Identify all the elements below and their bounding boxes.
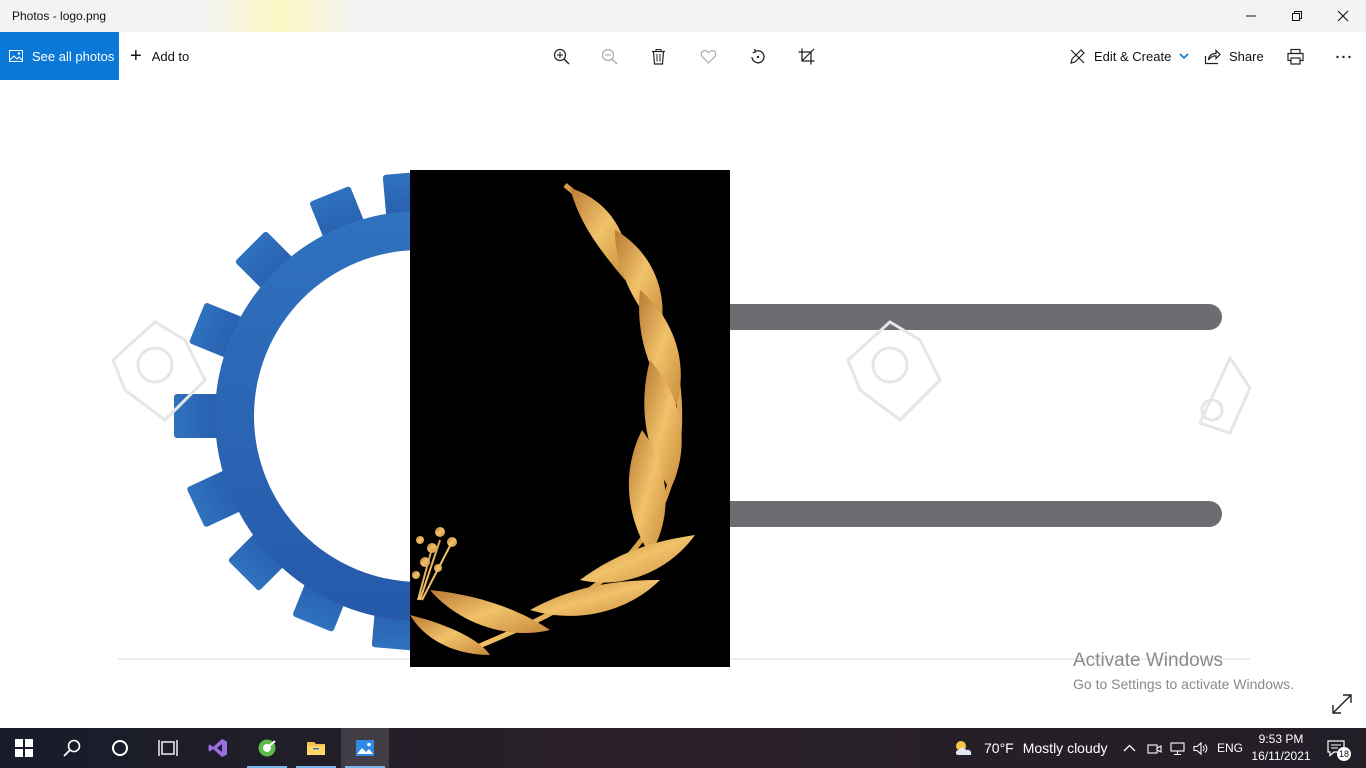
more-icon — [1335, 55, 1351, 58]
zoom-out-button[interactable] — [597, 44, 621, 68]
clock-date: 16/11/2021 — [1251, 749, 1311, 763]
windows-logo-icon — [15, 739, 33, 757]
command-bar: See all photos + Add to Edit & Create Sh… — [0, 32, 1366, 80]
add-to-button[interactable]: + Add to — [130, 32, 189, 80]
zoom-in-icon — [553, 48, 569, 64]
show-hidden-icons-button[interactable] — [1119, 728, 1139, 768]
crop-button[interactable] — [794, 44, 818, 68]
cortana-button[interactable] — [96, 728, 144, 768]
chevron-down-icon — [1179, 53, 1189, 60]
share-button[interactable]: Share — [1204, 32, 1264, 80]
share-label: Share — [1229, 48, 1264, 64]
network-icon — [1169, 741, 1185, 755]
edit-pencil-icon — [1070, 48, 1085, 64]
delete-button[interactable] — [646, 44, 670, 68]
photo-canvas[interactable]: Activate Windows Go to Settings to activ… — [0, 80, 1366, 728]
taskbar: 70°F Mostly cloudy ENG 9:53 PM 16/11/202… — [0, 728, 1366, 768]
clock-time: 9:53 PM — [1258, 732, 1304, 746]
chevron-up-icon — [1123, 744, 1135, 751]
see-all-photos-button[interactable]: See all photos — [0, 32, 119, 80]
print-button[interactable] — [1283, 44, 1307, 68]
share-icon — [1204, 48, 1221, 64]
photos-icon — [9, 50, 23, 62]
trash-icon — [651, 48, 665, 65]
add-to-label: Add to — [151, 48, 190, 64]
edit-create-label: Edit & Create — [1094, 48, 1172, 64]
edit-create-button[interactable]: Edit & Create — [1069, 32, 1189, 80]
laurel-wreath — [410, 183, 695, 655]
rotate-button[interactable] — [745, 44, 769, 68]
favorite-button[interactable] — [696, 44, 720, 68]
restore-button[interactable] — [1274, 0, 1320, 32]
fullscreen-expand-icon[interactable] — [1331, 693, 1353, 715]
minimize-icon — [1246, 15, 1256, 17]
activate-windows-watermark: Activate Windows Go to Settings to activ… — [1073, 650, 1294, 692]
title-bar-highlight — [200, 0, 360, 32]
logo-bar-top — [700, 304, 1222, 330]
task-view-icon — [158, 740, 178, 756]
photos-taskbar-app[interactable] — [341, 728, 389, 768]
visual-studio-taskbar-app[interactable] — [194, 728, 242, 768]
visual-studio-icon — [208, 739, 227, 757]
see-all-photos-label: See all photos — [32, 48, 115, 64]
speaker-icon — [1192, 741, 1207, 755]
logo-bar-bottom — [700, 501, 1222, 527]
notification-count-badge: 18 — [1337, 747, 1351, 761]
minimize-button[interactable] — [1228, 0, 1274, 32]
search-icon — [63, 739, 81, 757]
close-icon — [1337, 10, 1349, 22]
more-options-button[interactable] — [1331, 44, 1355, 68]
partly-cloudy-icon — [955, 741, 972, 755]
zoom-in-button[interactable] — [549, 44, 573, 68]
rotate-icon — [750, 48, 765, 63]
photos-app-icon — [356, 740, 374, 756]
action-center-button[interactable]: 18 — [1320, 728, 1352, 768]
heart-icon — [700, 49, 716, 64]
activate-windows-subtext: Go to Settings to activate Windows. — [1073, 676, 1294, 692]
meet-now-button[interactable] — [1144, 728, 1164, 768]
weather-widget[interactable]: 70°F Mostly cloudy — [952, 728, 1108, 768]
weather-temperature: 70°F — [984, 740, 1014, 756]
volume-button[interactable] — [1190, 728, 1210, 768]
zoom-out-icon — [601, 48, 617, 64]
folder-icon — [307, 742, 325, 755]
close-button[interactable] — [1320, 0, 1366, 32]
crop-icon — [798, 48, 814, 64]
browser-icon — [258, 739, 276, 757]
cortana-circle-icon — [112, 740, 128, 756]
start-button[interactable] — [0, 728, 48, 768]
system-clock[interactable]: 9:53 PM 16/11/2021 — [1248, 731, 1314, 765]
window-title: Photos - logo.png — [12, 9, 107, 23]
task-view-button[interactable] — [144, 728, 192, 768]
search-button[interactable] — [48, 728, 96, 768]
laurel-overlay-image — [410, 170, 730, 667]
title-bar: Photos - logo.png — [0, 0, 1366, 32]
print-icon — [1286, 48, 1304, 65]
network-button[interactable] — [1167, 728, 1187, 768]
plus-icon: + — [130, 45, 142, 67]
camera-icon — [1146, 743, 1162, 754]
browser-taskbar-app[interactable] — [243, 728, 291, 768]
weather-description: Mostly cloudy — [1022, 740, 1108, 756]
activate-windows-heading: Activate Windows — [1073, 650, 1223, 671]
input-language-button[interactable]: ENG — [1214, 728, 1246, 768]
restore-icon — [1292, 11, 1302, 21]
file-explorer-taskbar-app[interactable] — [292, 728, 340, 768]
